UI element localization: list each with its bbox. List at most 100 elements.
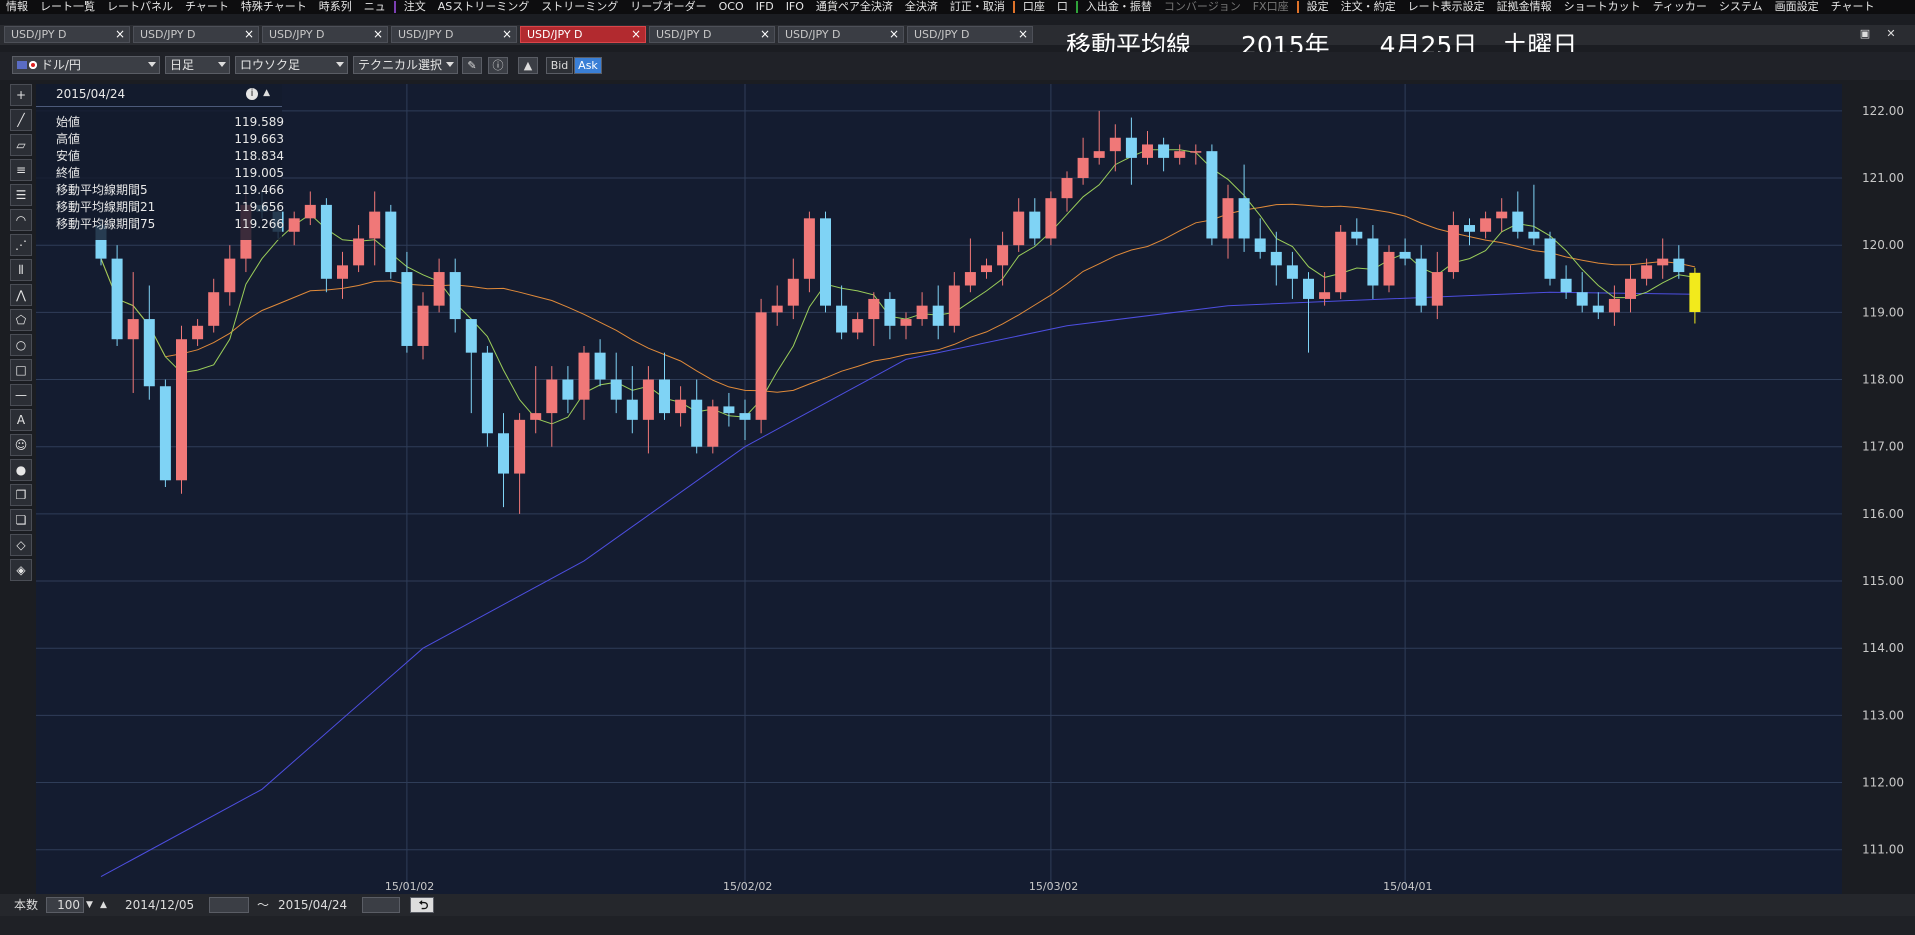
chart-tab[interactable]: USD/JPY D × [778, 26, 904, 43]
menu-item[interactable]: ニュ [358, 0, 392, 14]
menu-item[interactable]: FX口座 [1247, 0, 1295, 14]
eraser-icon[interactable]: ◇ [10, 534, 32, 556]
info-icon[interactable]: i [246, 88, 258, 100]
menu-item[interactable]: レート一覧 [34, 0, 101, 14]
info-row: 移動平均線期間5 119.466 [56, 182, 308, 199]
timeframe-select[interactable]: 日足 [165, 56, 230, 74]
menu-item[interactable]: 口 [1051, 0, 1074, 14]
info-row-label: 移動平均線期間21 [56, 200, 156, 214]
menu-item[interactable]: 口座 [1017, 0, 1051, 14]
trendline-icon[interactable]: ╱ [10, 109, 32, 131]
price-chart[interactable]: 122.00 121.00 120.00 119.00 118.00 117.00 116.… [36, 84, 1915, 894]
menu-item[interactable]: レート表示設定 [1402, 0, 1491, 14]
chart-tab[interactable]: USD/JPY D × [133, 26, 259, 43]
horizontal-line-icon[interactable]: — [10, 384, 32, 406]
fibonacci-icon[interactable]: ☰ [10, 184, 32, 206]
menu-item[interactable]: リーブオーダー [624, 0, 712, 14]
close-icon[interactable]: ✕ [1884, 28, 1898, 40]
menu-item[interactable]: ストリーミング [535, 0, 624, 14]
menu-item[interactable]: ショートカット [1558, 0, 1647, 14]
chart-type-select[interactable]: ロウソク足 [235, 56, 348, 74]
y-tick-label: 119.00 [1862, 305, 1904, 319]
chart-tab[interactable]: USD/JPY D × [391, 26, 517, 43]
crosshair-icon[interactable]: + [10, 84, 32, 106]
menu-item[interactable]: 全決済 [899, 0, 944, 14]
horizontal-lines-icon[interactable]: ≡ [10, 159, 32, 181]
collapse-icon[interactable]: ▲ [263, 88, 270, 98]
info-row: 安値 118.834 [56, 148, 308, 165]
candle-body [691, 399, 703, 447]
pitchfork-icon[interactable]: ⋀ [10, 284, 32, 306]
chart-tab[interactable]: USD/JPY D × [907, 26, 1033, 43]
copy-icon[interactable]: ❐ [10, 484, 32, 506]
menu-item[interactable]: チャート [179, 0, 235, 14]
magnet-icon[interactable]: ● [10, 459, 32, 481]
arc-icon[interactable]: ◠ [10, 209, 32, 231]
menu-item[interactable]: IFD [750, 0, 780, 14]
x-tick-label: 15/01/02 [385, 880, 434, 893]
tab-close-icon[interactable]: × [244, 27, 254, 42]
menu-item[interactable]: 時系列 [313, 0, 358, 14]
menu-item[interactable]: チャート [1825, 0, 1881, 14]
currency-pair-select[interactable]: ドル/円 [12, 56, 160, 74]
count-input[interactable]: 100 [46, 897, 84, 913]
tab-close-icon[interactable]: × [1018, 27, 1028, 42]
technical-select[interactable]: テクニカル選択 [353, 56, 458, 74]
paste-icon[interactable]: ❏ [10, 509, 32, 531]
refresh-icon[interactable]: ⮌ [410, 897, 434, 913]
chart-tab[interactable]: USD/JPY D × [262, 26, 388, 43]
menu-item[interactable]: IFO [780, 0, 810, 14]
bid-button[interactable]: Bid [546, 57, 573, 74]
text-icon[interactable]: A [10, 409, 32, 431]
tab-close-icon[interactable]: × [889, 27, 899, 42]
tab-label: USD/JPY D [398, 28, 454, 41]
menu-item[interactable]: 証拠金情報 [1491, 0, 1558, 14]
chart-tab[interactable]: USD/JPY D × [4, 26, 130, 43]
info-row-value: 119.589 [234, 115, 284, 129]
menu-item[interactable]: 特殊チャート [235, 0, 313, 14]
vertical-lines-icon[interactable]: ⦀ [10, 259, 32, 281]
pentagon-icon[interactable]: ⬠ [10, 309, 32, 331]
eraser-all-icon[interactable]: ◈ [10, 559, 32, 581]
menu-item[interactable]: 入出金・振替 [1080, 0, 1158, 14]
count-up-icon[interactable]: ▲ [100, 897, 107, 913]
timeframe-label: 日足 [170, 58, 195, 72]
menu-item[interactable]: 画面設定 [1769, 0, 1825, 14]
menu-item[interactable]: システム [1713, 0, 1769, 14]
menu-item[interactable]: 情報 [0, 0, 34, 14]
to-date[interactable]: 2015/04/24 [278, 897, 347, 913]
mountain-chart-icon[interactable]: ▲ [518, 57, 538, 74]
menu-item[interactable]: 注文 [398, 0, 432, 14]
from-time-input[interactable] [209, 897, 249, 913]
tab-close-icon[interactable]: × [373, 27, 383, 42]
menu-item[interactable]: 設定 [1301, 0, 1335, 14]
chart-tab[interactable]: USD/JPY D × [520, 26, 646, 43]
pencil-icon[interactable]: ✎ [462, 57, 482, 74]
menu-item[interactable]: コンバージョン [1158, 0, 1247, 14]
menu-item[interactable]: 注文・約定 [1335, 0, 1402, 14]
rectangle-icon[interactable]: □ [10, 359, 32, 381]
menu-item[interactable]: ティッカー [1647, 0, 1713, 14]
smiley-icon[interactable]: ☺ [10, 434, 32, 456]
ask-button[interactable]: Ask [574, 57, 602, 74]
menu-item[interactable]: レートパネル [101, 0, 179, 14]
circle-icon[interactable]: ○ [10, 334, 32, 356]
tab-close-icon[interactable]: × [631, 27, 641, 42]
tab-close-icon[interactable]: × [760, 27, 770, 42]
menu-item[interactable]: 通貨ペア全決済 [810, 0, 899, 14]
tab-close-icon[interactable]: × [502, 27, 512, 42]
count-down-icon[interactable]: ▼ [86, 897, 93, 913]
tab-bar: USD/JPY D × USD/JPY D × USD/JPY D × USD/JPY D ×… [0, 25, 1915, 45]
info-icon[interactable]: ⓘ [488, 57, 508, 74]
to-time-input[interactable] [362, 897, 400, 913]
menu-item[interactable]: 訂正・取消 [944, 0, 1011, 14]
candle-body [868, 298, 880, 320]
ruler-icon[interactable]: ▱ [10, 134, 32, 156]
from-date[interactable]: 2014/12/05 [125, 897, 194, 913]
menu-item[interactable]: OCO [713, 0, 750, 14]
restore-icon[interactable]: ▣ [1858, 28, 1872, 40]
tab-close-icon[interactable]: × [115, 27, 125, 42]
chart-tab[interactable]: USD/JPY D × [649, 26, 775, 43]
menu-item[interactable]: ASストリーミング [432, 0, 536, 14]
fan-icon[interactable]: ⋰ [10, 234, 32, 256]
